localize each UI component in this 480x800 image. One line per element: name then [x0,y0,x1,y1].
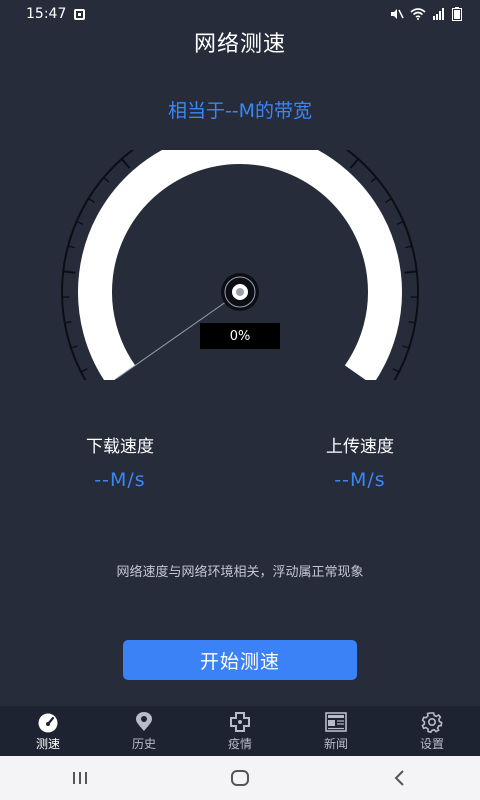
gauge-tick [402,345,410,349]
gauge-percent: 0% [200,323,280,349]
gauge-tick [103,177,110,183]
status-bar: 15:47 [0,0,480,28]
tab-history[interactable]: 历史 [96,706,192,756]
gauge-tick [404,270,417,274]
battery-icon [452,7,462,21]
4g-icon [433,8,444,20]
upload-speed: 上传速度 --M/s [280,432,440,491]
tab-label: 疫情 [227,736,252,751]
tab-label: 设置 [419,736,444,751]
gauge-tick [404,245,413,249]
upload-value: --M/s [334,469,386,491]
bandwidth-text: 相当于--M的带宽 [167,100,313,122]
download-value: --M/s [94,469,146,491]
speedometer-icon [38,713,58,732]
gauge-hub-center [236,288,244,296]
medical-cross-icon [230,711,250,732]
tab-label: 测速 [35,736,60,751]
status-right [390,7,462,21]
gauge-tick [67,245,76,249]
page-title: 网络测速 [193,32,286,57]
wifi-icon [410,8,426,20]
gauge-tick [408,321,416,324]
newspaper-icon [325,711,347,732]
location-pin-icon [136,711,152,731]
gear-icon [421,711,443,733]
network-note: 网络速度与网络环境相关，浮动属正常现象 [116,565,364,580]
mute-icon [391,9,404,19]
bottom-tab-bar: 测速 历史 疫情 新闻 设置 [0,706,480,756]
tab-label: 历史 [131,736,156,751]
system-nav-bar [0,756,480,800]
home-button[interactable] [210,756,270,800]
tab-news[interactable]: 新闻 [288,706,384,756]
download-label: 下载速度 [86,437,154,457]
gauge-tick [392,368,400,373]
recents-icon [73,772,87,784]
status-time: 15:47 [26,6,67,22]
gauge-tick [80,368,88,373]
back-button[interactable] [370,756,430,800]
gauge-tick [64,321,72,324]
tab-settings[interactable]: 设置 [384,706,480,756]
upload-label: 上传速度 [326,437,394,457]
status-left: 15:47 [26,6,86,22]
tab-epidemic[interactable]: 疫情 [192,706,288,756]
start-test-button[interactable]: 开始测速 [123,640,357,680]
gauge-tick [63,270,76,274]
gauge-tick [349,158,360,169]
back-icon [394,770,404,786]
gauge-tick [70,345,78,349]
gauge-tick [370,177,377,183]
gauge-tick [396,220,404,225]
screen-record-icon [74,8,86,20]
tab-speed-test[interactable]: 测速 [0,706,96,756]
tab-label: 新闻 [323,736,348,751]
recents-button[interactable] [50,756,110,800]
home-icon [231,770,249,786]
gauge-tick [120,158,131,169]
gauge-tick [88,197,95,203]
gauge-tick [76,220,84,225]
gauge-tick [385,197,392,203]
download-speed: 下载速度 --M/s [40,432,200,491]
